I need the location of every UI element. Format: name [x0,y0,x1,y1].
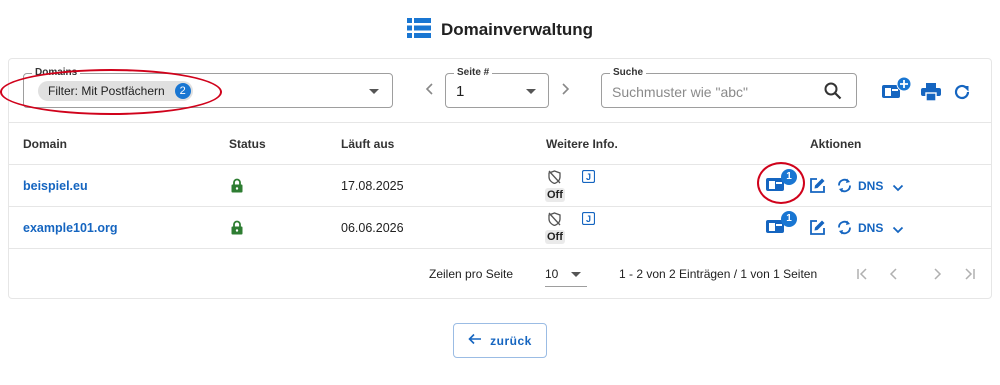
search-icon[interactable] [824,82,842,105]
list-icon [406,17,431,43]
last-page-icon[interactable] [962,267,976,285]
mailbox-count-badge: 1 [781,211,797,227]
chevron-down-icon[interactable] [892,222,904,240]
divider [9,122,991,123]
rows-per-page-label: Zeilen pro Seite [429,267,514,281]
filter-chip-label: Filter: Mit Postfächern [48,84,165,98]
prev-page-arrow-icon[interactable] [417,76,443,102]
edit-icon[interactable] [809,219,826,241]
search-input[interactable]: Suchmuster wie "abc" [612,84,748,100]
page: Domainverwaltung Domains Filter: Mit Pos… [0,0,1000,385]
expiry-date: 17.08.2025 [341,179,404,193]
chevron-down-icon [369,89,379,94]
edit-icon[interactable] [809,177,826,199]
page-title: Domainverwaltung [440,20,594,39]
divider [9,164,991,165]
lock-icon [231,178,243,198]
arrow-left-icon [468,333,482,348]
domain-link[interactable]: beispiel.eu [23,179,88,193]
rows-per-page-select[interactable]: 10 [545,261,587,287]
rows-per-page-value: 10 [545,267,559,281]
domain-link[interactable]: example101.org [23,221,118,235]
add-mailbox-icon[interactable] [880,76,912,102]
column-header-status[interactable]: Status [229,137,266,151]
dns-label: DNS [858,179,884,193]
search-field[interactable]: Suche Suchmuster wie "abc" [601,67,857,108]
j-badge-icon: J [581,211,596,230]
search-label: Suche [610,67,647,79]
page-select-label: Seite # [454,67,493,79]
column-header-actions: Aktionen [810,137,862,151]
shield-off-icon [548,170,561,189]
mailbox-count-badge: 1 [781,169,797,185]
filter-chip[interactable]: Filter: Mit Postfächern 2 [38,81,193,101]
dns-menu-button[interactable]: DNS [858,221,883,235]
dns-label: DNS [858,221,884,235]
info-tag: Off [545,230,565,244]
dns-menu-button[interactable]: DNS [858,179,883,193]
print-icon[interactable] [918,79,944,105]
chevron-down-icon[interactable] [892,180,904,198]
domains-filter-label: Domains [32,67,81,79]
page-header: Domainverwaltung [0,17,1000,43]
chevron-down-icon [571,272,581,277]
expiry-date: 06.06.2026 [341,221,404,235]
svg-text:J: J [586,172,591,182]
column-header-domain[interactable]: Domain [23,137,67,151]
svg-text:J: J [586,214,591,224]
first-page-icon[interactable] [856,267,870,285]
shield-off-icon [548,212,561,231]
divider [9,248,991,249]
chevron-down-icon [526,89,536,94]
sync-icon[interactable] [836,177,853,199]
pagination-range: 1 - 2 von 2 Einträgen / 1 von 1 Seiten [619,267,818,281]
domain-table-card: Domains Filter: Mit Postfächern 2 Seite … [0,58,992,299]
filter-count-badge: 2 [174,83,191,99]
domains-filter-select[interactable]: Domains Filter: Mit Postfächern 2 [23,67,393,108]
prev-page-icon[interactable] [889,267,899,285]
divider [545,286,587,287]
column-header-expires[interactable]: Läuft aus [341,137,394,151]
lock-icon [231,220,243,240]
sync-icon[interactable] [836,219,853,241]
page-select[interactable]: Seite # 1 [445,67,549,108]
next-page-arrow-icon[interactable] [552,76,578,102]
divider [9,206,991,207]
next-page-icon[interactable] [932,267,942,285]
info-tag: Off [545,188,565,202]
back-button[interactable]: zurück [453,323,547,358]
page-select-value: 1 [456,83,465,100]
column-header-info: Weitere Info. [546,137,618,151]
refresh-icon[interactable] [949,79,975,105]
j-badge-icon: J [581,169,596,188]
back-button-label: zurück [490,333,532,348]
